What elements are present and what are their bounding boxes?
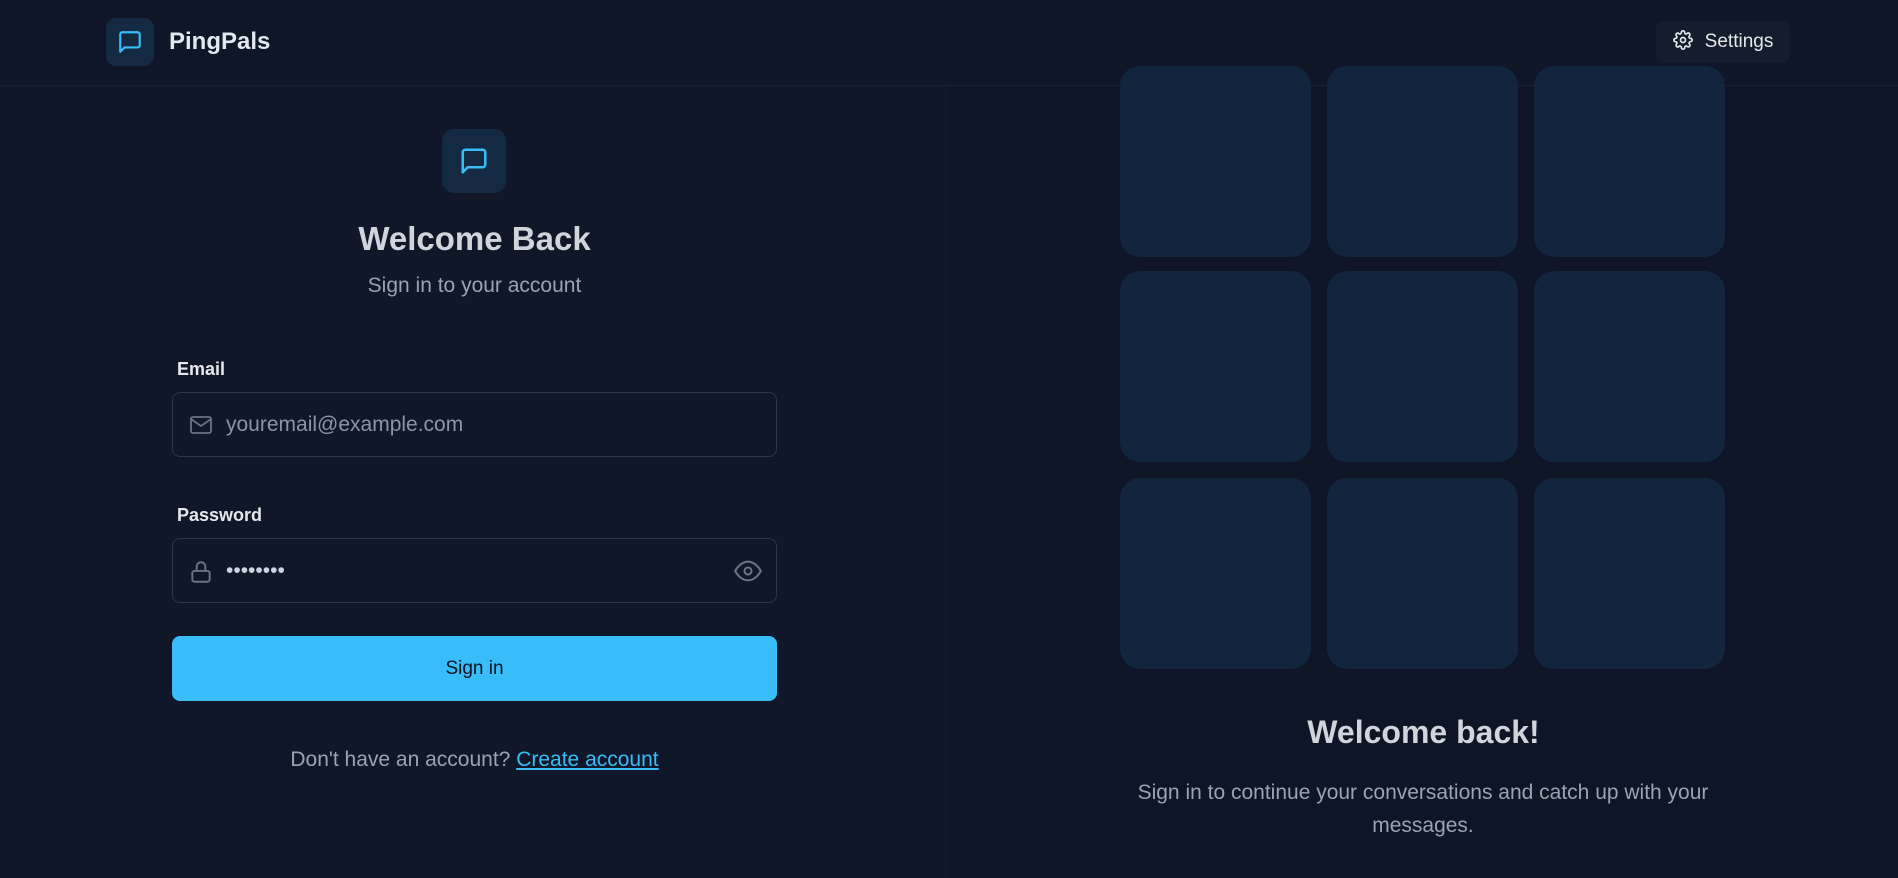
- promo-title: Welcome back!: [1307, 714, 1540, 750]
- email-label: Email: [177, 359, 226, 379]
- page-subtitle: Sign in to your account: [367, 274, 582, 297]
- pattern-tile: [1327, 271, 1518, 462]
- message-square-icon: [442, 129, 506, 193]
- promo-text: Sign in to continue your conversations a…: [1137, 781, 1709, 837]
- password-label: Password: [177, 505, 263, 525]
- sign-in-button[interactable]: Sign in: [172, 636, 777, 701]
- mail-icon: [188, 413, 214, 442]
- pattern-tile: [1327, 66, 1518, 257]
- pattern-tile: [1120, 66, 1311, 257]
- message-square-icon: [106, 18, 154, 66]
- settings-label: Settings: [1704, 31, 1774, 52]
- pattern-tile: [1534, 271, 1725, 462]
- pattern-tile: [1120, 271, 1311, 462]
- email-field[interactable]: [172, 392, 777, 457]
- pattern-tile: [1534, 478, 1725, 669]
- brand-name: PingPals: [169, 28, 271, 55]
- signup-prompt-row: Don't have an account? Create account: [0, 748, 949, 772]
- login-panel: Welcome Back Sign in to your account Ema…: [0, 86, 949, 878]
- pattern-tile: [1534, 66, 1725, 257]
- brand[interactable]: PingPals: [106, 18, 270, 66]
- password-field[interactable]: [172, 538, 777, 603]
- create-account-link[interactable]: Create account: [516, 748, 658, 771]
- lock-icon: [188, 559, 214, 590]
- password-input[interactable]: [226, 539, 706, 602]
- page-title: Welcome Back: [358, 220, 591, 257]
- signup-prompt: Don't have an account?: [290, 748, 511, 771]
- eye-icon[interactable]: [734, 557, 762, 590]
- gear-icon: [1672, 29, 1693, 55]
- pattern-tile: [1120, 478, 1311, 669]
- pattern-tile: [1327, 478, 1518, 669]
- email-input[interactable]: [226, 393, 706, 456]
- promo-panel: Welcome back! Sign in to continue your c…: [949, 66, 1898, 878]
- settings-button[interactable]: Settings: [1656, 21, 1790, 63]
